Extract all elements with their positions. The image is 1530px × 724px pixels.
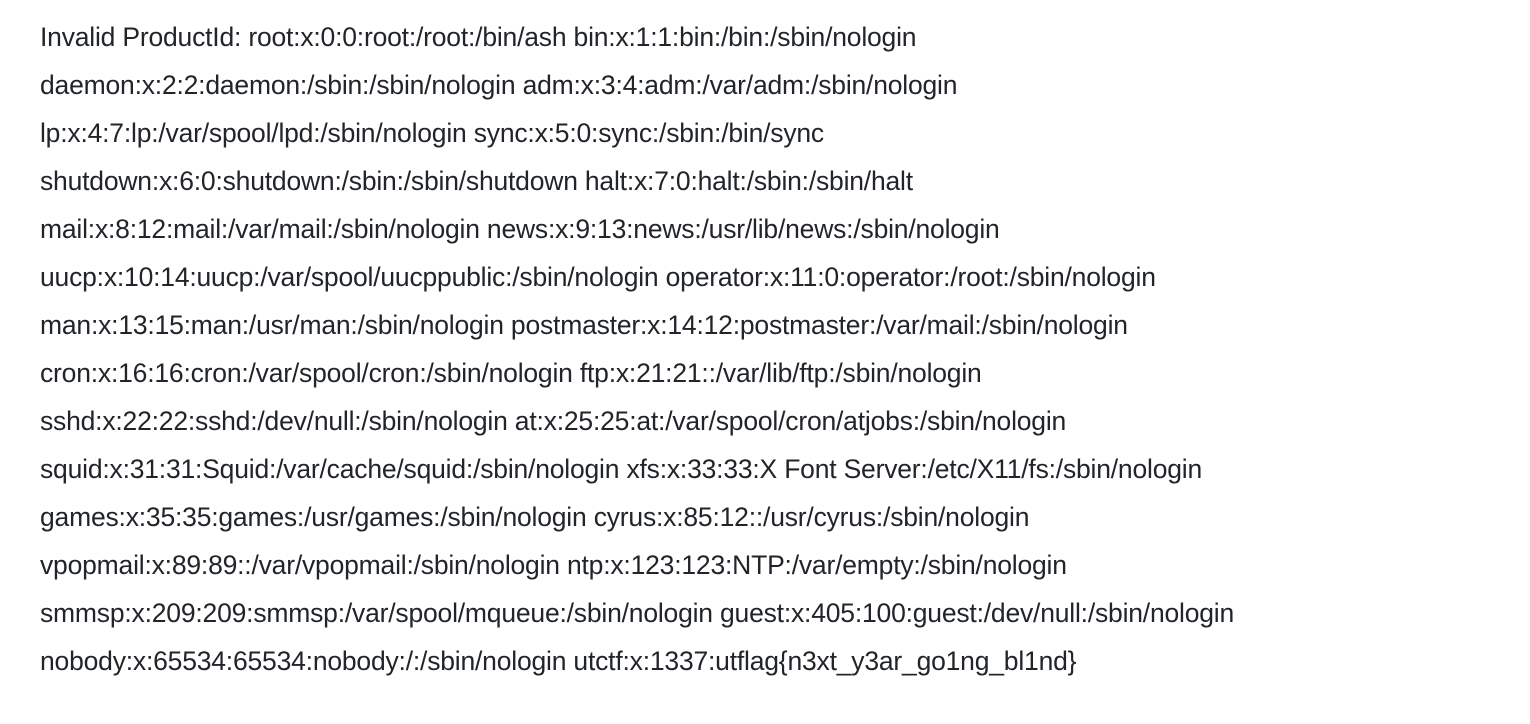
page-body: Invalid ProductId: root:x:0:0:root:/root… (0, 0, 1530, 724)
response-line: games:x:35:35:games:/usr/games:/sbin/nol… (40, 502, 1030, 532)
response-line: cron:x:16:16:cron:/var/spool/cron:/sbin/… (40, 358, 982, 388)
response-line: uucp:x:10:14:uucp:/var/spool/uucppublic:… (40, 262, 1156, 292)
response-line: Invalid ProductId: root:x:0:0:root:/root… (40, 22, 917, 52)
response-line: man:x:13:15:man:/usr/man:/sbin/nologin p… (40, 310, 1128, 340)
response-line: squid:x:31:31:Squid:/var/cache/squid:/sb… (40, 454, 1202, 484)
response-line: shutdown:x:6:0:shutdown:/sbin:/sbin/shut… (40, 166, 913, 196)
response-line: sshd:x:22:22:sshd:/dev/null:/sbin/nologi… (40, 406, 1067, 436)
response-line: mail:x:8:12:mail:/var/mail:/sbin/nologin… (40, 214, 1000, 244)
response-line: smmsp:x:209:209:smmsp:/var/spool/mqueue:… (40, 598, 1235, 628)
response-line: daemon:x:2:2:daemon:/sbin:/sbin/nologin … (40, 70, 958, 100)
error-response-text: Invalid ProductId: root:x:0:0:root:/root… (40, 13, 1530, 685)
response-line: lp:x:4:7:lp:/var/spool/lpd:/sbin/nologin… (40, 118, 824, 148)
response-line: vpopmail:x:89:89::/var/vpopmail:/sbin/no… (40, 550, 1067, 580)
response-line: nobody:x:65534:65534:nobody:/:/sbin/nolo… (40, 646, 1077, 676)
